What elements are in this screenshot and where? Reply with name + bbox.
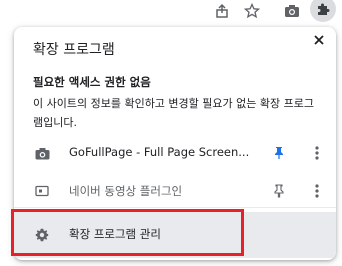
more-vert-icon — [315, 146, 319, 160]
close-icon — [314, 35, 324, 45]
popup-title: 확장 프로그램 — [33, 42, 115, 58]
puzzle-icon[interactable] — [310, 0, 336, 22]
more-vert-icon — [315, 184, 319, 198]
pin-button[interactable] — [269, 143, 289, 163]
close-button[interactable] — [310, 31, 328, 49]
more-options-button[interactable] — [307, 181, 327, 201]
video-icon — [34, 184, 50, 198]
extension-name: 네이버 동영상 플러그인 — [69, 184, 183, 198]
extension-row-naver-video[interactable]: 네이버 동영상 플러그인 — [14, 176, 336, 206]
pin-button[interactable] — [269, 181, 289, 201]
extension-row-gofullpage[interactable]: GoFullPage - Full Page Screen... — [14, 138, 336, 168]
pin-icon — [275, 147, 283, 159]
divider — [14, 207, 336, 208]
camera-icon[interactable] — [280, 0, 304, 22]
camera-icon — [34, 146, 50, 160]
highlight-annotation — [11, 209, 244, 256]
more-options-button[interactable] — [307, 143, 327, 163]
star-icon[interactable] — [240, 0, 264, 22]
section-description: 이 사이트의 정보를 확인하고 변경할 필요가 없는 확장 프로그램입니다. — [33, 97, 314, 129]
extension-name: GoFullPage - Full Page Screen... — [69, 145, 250, 159]
browser-toolbar — [0, 0, 342, 24]
share-icon[interactable] — [210, 0, 234, 22]
section-heading: 필요한 액세스 권한 없음 — [33, 75, 151, 89]
pin-outline-icon — [274, 184, 284, 198]
